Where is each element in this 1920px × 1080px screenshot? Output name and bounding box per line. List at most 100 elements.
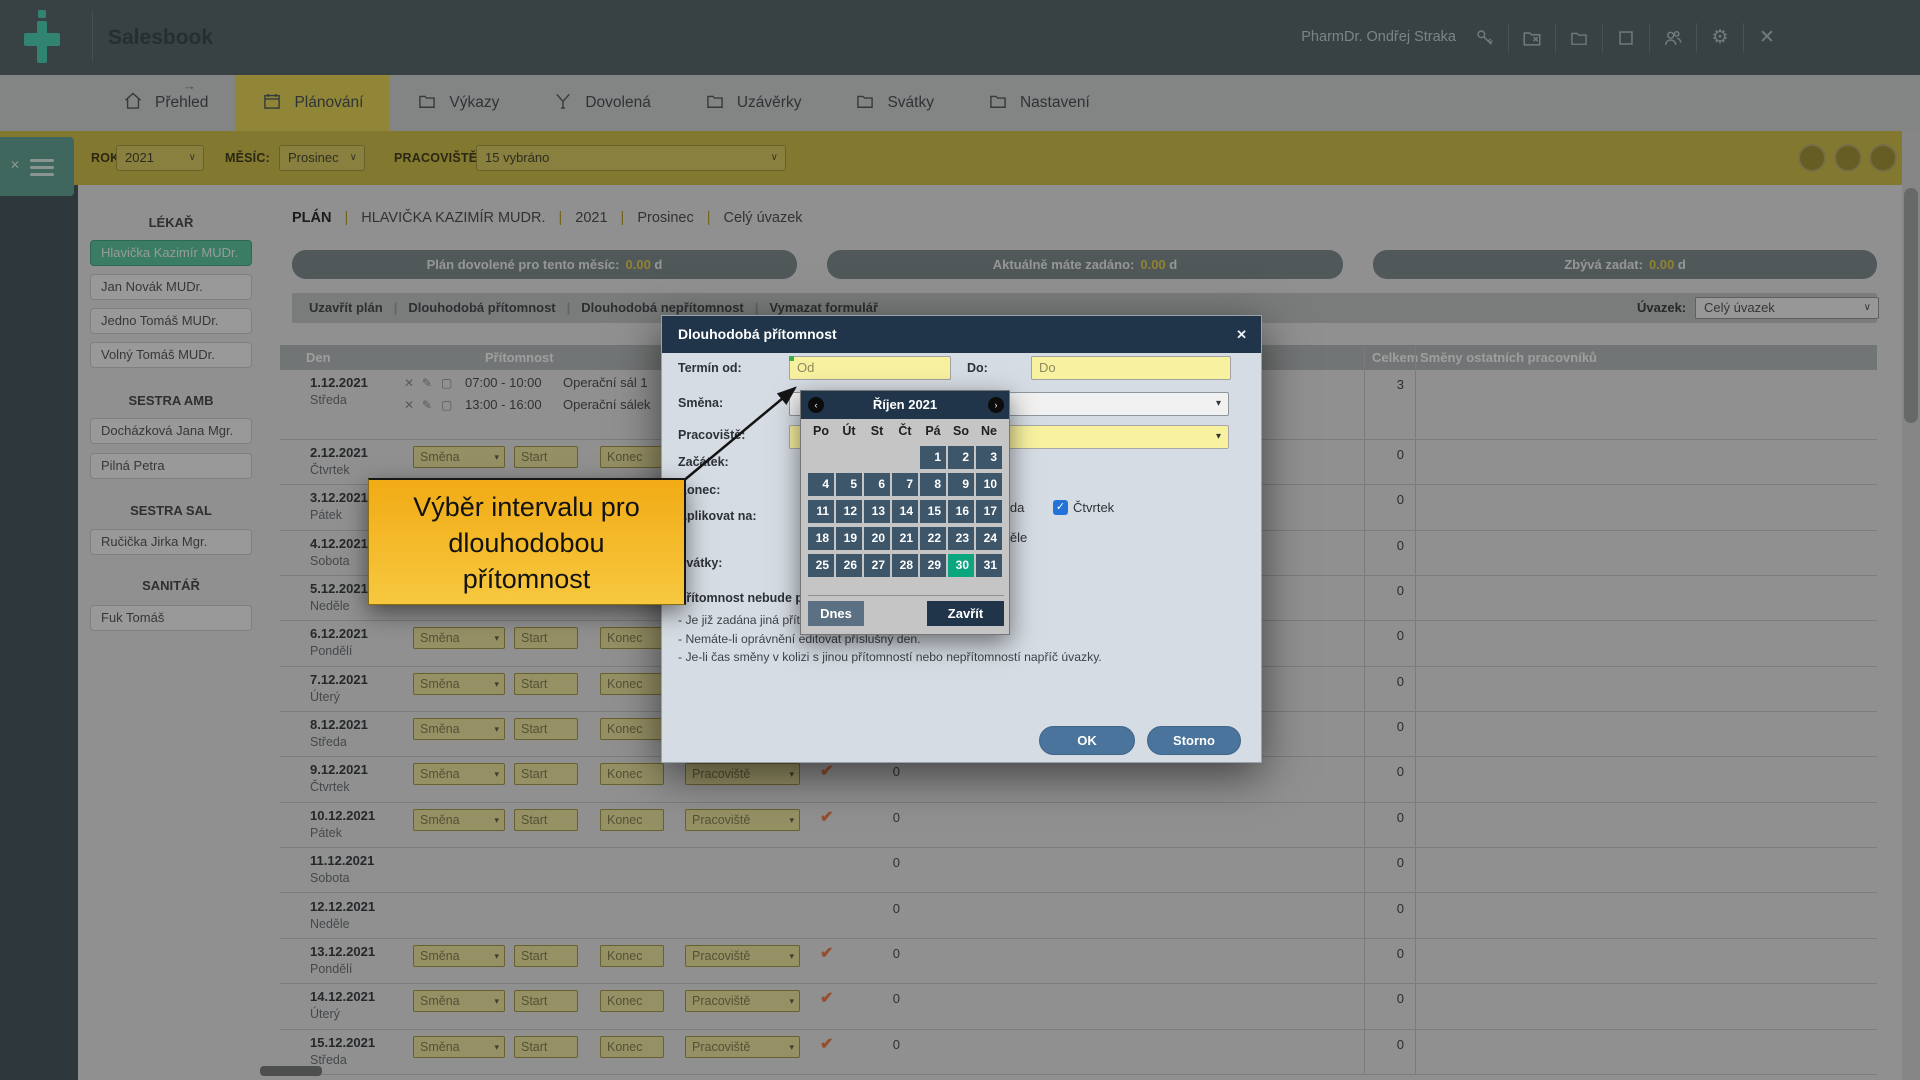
pracoviste-select[interactable]: Pracoviště▾ <box>685 763 800 785</box>
start-input[interactable]: Start <box>514 763 578 785</box>
konec-input[interactable]: Konec <box>600 446 664 468</box>
delete-icon[interactable]: ✕ <box>404 376 414 390</box>
stop-icon[interactable] <box>1603 0 1649 75</box>
calendar-day[interactable]: 21 <box>892 527 918 550</box>
confirm-check-icon[interactable]: ✔ <box>820 1034 833 1054</box>
start-input[interactable]: Start <box>514 990 578 1012</box>
smena-select[interactable]: Směna▾ <box>413 718 505 740</box>
gear-icon[interactable]: ⚙ <box>1697 0 1743 75</box>
sidebar-item-selected[interactable]: Hlavička Kazimír MUDr. <box>90 240 252 266</box>
tab-uzvrky[interactable]: Uzávěrky <box>678 75 829 131</box>
calendar-day[interactable]: 16 <box>948 500 974 523</box>
uvazek-select[interactable]: Celý úvazek∨ <box>1695 297 1879 319</box>
start-input[interactable]: Start <box>514 446 578 468</box>
filter-round-button-3[interactable] <box>1869 144 1897 172</box>
sidebar-item[interactable]: Jedno Tomáš MUDr. <box>90 308 252 334</box>
sidebar-item[interactable]: Docházková Jana Mgr. <box>90 418 252 444</box>
start-input[interactable]: Start <box>514 945 578 967</box>
sidebar-item[interactable]: Fuk Tomáš <box>90 605 252 631</box>
calendar-day[interactable]: 2 <box>948 446 974 469</box>
tab-dovolen[interactable]: Dovolená <box>526 75 678 131</box>
today-button[interactable]: Dnes <box>808 601 864 626</box>
next-month-button[interactable]: › <box>988 397 1004 413</box>
calendar-day[interactable]: 26 <box>836 554 862 577</box>
start-input[interactable]: Start <box>514 718 578 740</box>
confirm-check-icon[interactable]: ✔ <box>820 943 833 963</box>
edit-icon[interactable]: ✎ <box>422 376 432 390</box>
calendar-day[interactable]: 12 <box>836 500 862 523</box>
folder-alert-icon[interactable] <box>1509 0 1555 75</box>
konec-input[interactable]: Konec <box>600 809 664 831</box>
detail-icon[interactable]: ▢ <box>441 398 452 412</box>
calendar-day[interactable]: 15 <box>920 500 946 523</box>
calendar-day[interactable]: 4 <box>808 473 834 496</box>
konec-input[interactable]: Konec <box>600 945 664 967</box>
calendar-day[interactable]: 8 <box>920 473 946 496</box>
smena-select[interactable]: Směna▾ <box>413 763 505 785</box>
konec-input[interactable]: Konec <box>600 763 664 785</box>
do-input[interactable]: Do <box>1031 356 1231 380</box>
weekday-checkbox-čtvrtek[interactable]: ✓ <box>1053 500 1068 515</box>
konec-input[interactable]: Konec <box>600 627 664 649</box>
close-icon[interactable]: ✕ <box>1236 316 1247 353</box>
calendar-day[interactable]: 13 <box>864 500 890 523</box>
ok-button[interactable]: OK <box>1039 726 1135 755</box>
calendar-day[interactable]: 6 <box>864 473 890 496</box>
start-input[interactable]: Start <box>514 809 578 831</box>
start-input[interactable]: Start <box>514 627 578 649</box>
calendar-day[interactable]: 1 <box>920 446 946 469</box>
calendar-day[interactable]: 19 <box>836 527 862 550</box>
tab-plnovn[interactable]: Plánování <box>235 75 390 131</box>
sidebar-item[interactable]: Ručička Jirka Mgr. <box>90 529 252 555</box>
od-input[interactable]: Od <box>789 356 951 380</box>
smena-select[interactable]: Směna▾ <box>413 1036 505 1058</box>
tab-nastaven[interactable]: Nastavení <box>961 75 1117 131</box>
horizontal-scrollbar-thumb[interactable] <box>260 1066 322 1076</box>
pracoviste-select[interactable]: Pracoviště▾ <box>685 990 800 1012</box>
smena-select[interactable]: Směna▾ <box>413 945 505 967</box>
action-link-1[interactable]: Dlouhodobá přítomnost <box>408 293 555 323</box>
users-icon[interactable] <box>1650 0 1696 75</box>
folder-icon[interactable] <box>1556 0 1602 75</box>
konec-input[interactable]: Konec <box>600 718 664 740</box>
calendar-day[interactable]: 5 <box>836 473 862 496</box>
smena-select[interactable]: Směna▾ <box>413 990 505 1012</box>
calendar-day[interactable]: 31 <box>976 554 1002 577</box>
sidebar-item[interactable]: Jan Novák MUDr. <box>90 274 252 300</box>
calendar-day[interactable]: 11 <box>808 500 834 523</box>
smena-select[interactable]: Směna▾ <box>413 673 505 695</box>
calendar-day[interactable]: 28 <box>892 554 918 577</box>
delete-icon[interactable]: ✕ <box>404 398 414 412</box>
calendar-day[interactable]: 20 <box>864 527 890 550</box>
pracoviste-select[interactable]: 15 vybráno∨ <box>476 145 786 171</box>
rok-select[interactable]: 2021∨ <box>116 145 204 171</box>
vertical-scrollbar-thumb[interactable] <box>1904 188 1918 423</box>
smena-select[interactable]: Směna▾ <box>413 809 505 831</box>
calendar-day[interactable]: 10 <box>976 473 1002 496</box>
close-calendar-button[interactable]: Zavřít <box>927 601 1004 626</box>
sidebar-item[interactable]: Volný Tomáš MUDr. <box>90 342 252 368</box>
smena-select[interactable]: Směna▾ <box>413 627 505 649</box>
sidebar-item[interactable]: Pilná Petra <box>90 453 252 479</box>
tab-pehled[interactable]: Přehled <box>96 75 235 131</box>
filter-round-button-1[interactable] <box>1798 144 1826 172</box>
key-icon[interactable] <box>1462 0 1508 75</box>
pracoviste-select[interactable]: Pracoviště▾ <box>685 809 800 831</box>
close-icon[interactable]: ✕ <box>1744 0 1790 75</box>
calendar-day[interactable]: 18 <box>808 527 834 550</box>
calendar-day[interactable]: 9 <box>948 473 974 496</box>
expand-arrow-icon[interactable]: → <box>183 78 196 93</box>
konec-input[interactable]: Konec <box>600 990 664 1012</box>
action-link-0[interactable]: Uzavřít plán <box>309 293 383 323</box>
storno-button[interactable]: Storno <box>1147 726 1241 755</box>
calendar-day-selected[interactable]: 30 <box>948 554 974 577</box>
calendar-day[interactable]: 24 <box>976 527 1002 550</box>
start-input[interactable]: Start <box>514 673 578 695</box>
tab-svtky[interactable]: Svátky <box>828 75 961 131</box>
calendar-day[interactable]: 27 <box>864 554 890 577</box>
konec-input[interactable]: Konec <box>600 673 664 695</box>
detail-icon[interactable]: ▢ <box>441 376 452 390</box>
calendar-day[interactable]: 14 <box>892 500 918 523</box>
konec-input[interactable]: Konec <box>600 1036 664 1058</box>
calendar-day[interactable]: 22 <box>920 527 946 550</box>
